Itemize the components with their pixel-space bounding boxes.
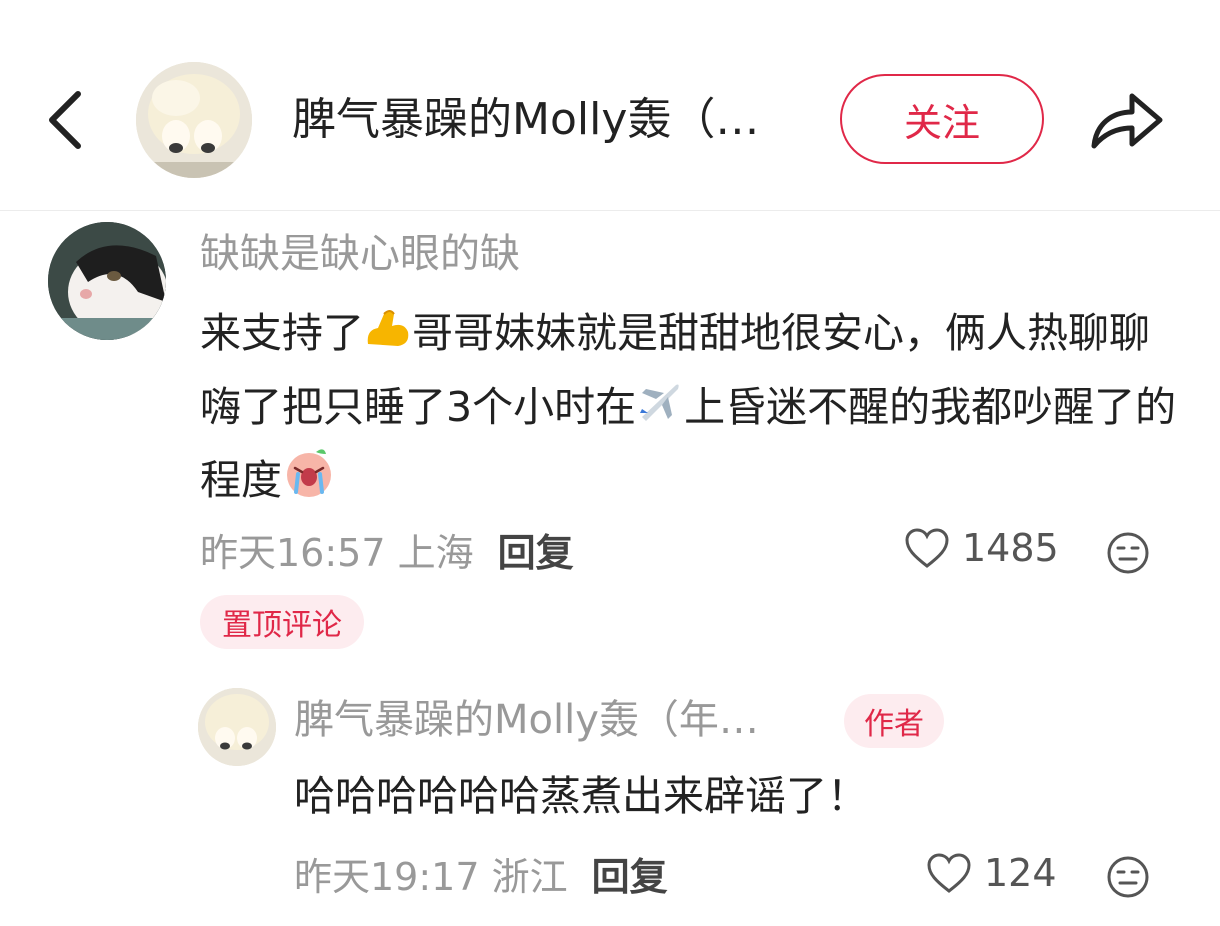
follow-button[interactable]: 关注 (840, 74, 1044, 164)
reply-author-username[interactable]: 脾气暴躁的Molly轰（年… (294, 694, 800, 746)
comment-timestamp: 昨天16:57 上海 (200, 531, 474, 575)
like-count: 124 (984, 851, 1057, 895)
like-button[interactable]: 1485 (904, 526, 1059, 570)
reply-author-avatar[interactable] (198, 688, 276, 766)
neutral-face-icon (1107, 532, 1149, 574)
top-bar: 脾气暴躁的Molly轰（… 关注 (0, 0, 1220, 211)
flexed-biceps-emoji-icon (364, 301, 412, 372)
comment-meta: 昨天16:57 上海 回复 (200, 528, 574, 578)
reply-button[interactable]: 回复 (592, 855, 668, 899)
chevron-left-icon (49, 91, 81, 149)
share-arrow-icon (1091, 93, 1163, 149)
reply-text: 哈哈哈哈哈哈蒸煮出来辟谣了！ (294, 772, 868, 820)
airplane-emoji-icon (636, 374, 684, 445)
reaction-button[interactable] (1106, 855, 1150, 899)
reply-timestamp: 昨天19:17 浙江 (294, 855, 568, 899)
author-badge: 作者 (844, 694, 944, 748)
neutral-face-icon (1107, 856, 1149, 898)
crying-face-emoji-icon (282, 446, 336, 520)
heart-icon (927, 853, 971, 893)
reply-button[interactable]: 回复 (498, 531, 574, 575)
comment-text-part: 来支持了 (200, 309, 364, 357)
like-count: 1485 (962, 526, 1059, 570)
share-button[interactable] (1086, 84, 1166, 156)
back-button[interactable] (40, 86, 96, 154)
author-name[interactable]: 脾气暴躁的Molly轰（… (292, 92, 812, 148)
heart-icon (905, 528, 949, 568)
author-avatar[interactable] (136, 62, 252, 178)
comment-text: 来支持了 哥哥妹妹就是甜甜地很安心，俩人热聊聊嗨了把只睡了3个小时在 上昏迷不醒的我… (200, 298, 1180, 520)
pinned-comment-badge: 置顶评论 (200, 595, 364, 649)
like-button[interactable]: 124 (926, 851, 1057, 895)
reaction-button[interactable] (1106, 531, 1150, 575)
reply-meta: 昨天19:17 浙江 回复 (294, 852, 668, 902)
commenter-username[interactable]: 缺缺是缺心眼的缺 (200, 228, 520, 280)
commenter-avatar[interactable] (48, 222, 166, 340)
